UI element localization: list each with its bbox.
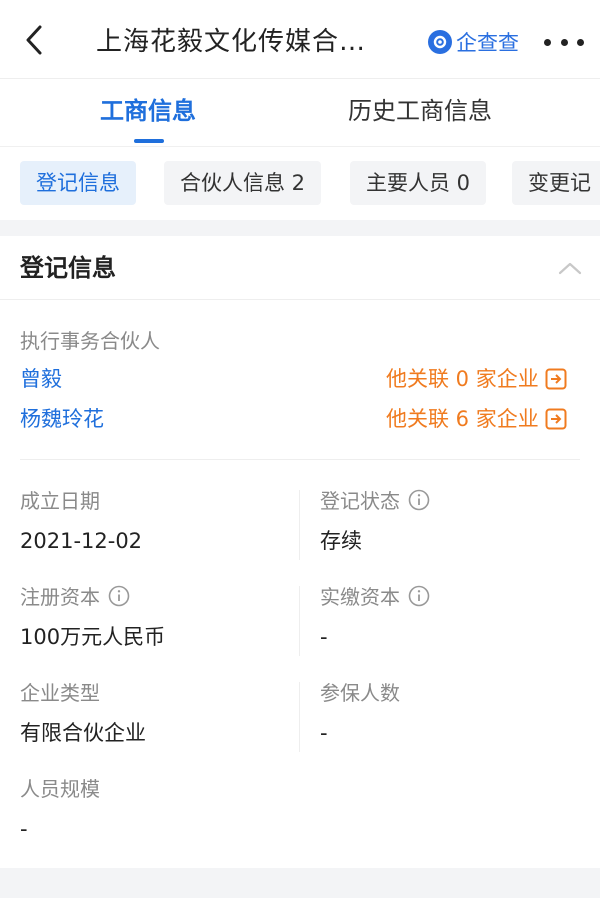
partner-name[interactable]: 杨魏玲花 xyxy=(20,404,104,434)
tab-business-info[interactable]: 工商信息 xyxy=(100,93,196,129)
section-header[interactable]: 登记信息 xyxy=(0,236,600,300)
chip-key-staff[interactable]: 主要人员 0 xyxy=(350,161,487,205)
staff-scale-value: - xyxy=(20,817,28,841)
info-icon[interactable] xyxy=(408,585,430,607)
insured-count-label: 参保人数 xyxy=(320,681,400,705)
qichacha-logo-icon xyxy=(428,30,452,54)
back-arrow-icon xyxy=(26,25,42,55)
divider xyxy=(20,459,580,460)
chip-partners[interactable]: 合伙人信息 2 xyxy=(164,161,322,205)
chevron-up-icon[interactable] xyxy=(556,258,584,278)
brand-name: 企查查 xyxy=(456,31,519,55)
partner-name[interactable]: 曾毅 xyxy=(20,364,62,394)
paid-capital-field: 实缴资本 xyxy=(320,582,430,612)
more-icon xyxy=(544,38,551,46)
active-tab-indicator xyxy=(134,139,164,143)
tab-bar: 工商信息 历史工商信息 xyxy=(0,78,600,146)
paid-capital-value: - xyxy=(320,625,328,649)
established-date-value: 2021-12-02 xyxy=(20,529,143,553)
registered-capital-field: 注册资本 xyxy=(20,582,130,612)
info-icon[interactable] xyxy=(408,489,430,511)
back-button[interactable] xyxy=(18,22,50,58)
chip-registration[interactable]: 登记信息 xyxy=(20,161,136,205)
registered-capital-label: 注册资本 xyxy=(20,585,100,609)
page-title: 上海花毅文化传媒合… xyxy=(96,27,367,57)
registration-status-label: 登记状态 xyxy=(320,489,400,513)
related-companies-link[interactable]: 他关联 0 家企业 xyxy=(386,364,567,394)
staff-scale-label: 人员规模 xyxy=(20,777,100,801)
jump-arrow-icon xyxy=(545,368,567,390)
info-icon[interactable] xyxy=(108,585,130,607)
column-divider xyxy=(299,682,300,752)
chip-changes[interactable]: 变更记 xyxy=(512,161,600,205)
company-type-value: 有限合伙企业 xyxy=(20,721,146,745)
paid-capital-label: 实缴资本 xyxy=(320,585,400,609)
tab-history-business-info[interactable]: 历史工商信息 xyxy=(348,93,492,129)
column-divider xyxy=(299,490,300,560)
jump-arrow-icon xyxy=(545,408,567,430)
app-header: 上海花毅文化传媒合… 企查查 xyxy=(0,0,600,78)
insured-count-value: - xyxy=(320,721,328,745)
page-background xyxy=(0,868,600,898)
more-button[interactable] xyxy=(544,28,584,56)
registration-status-field: 登记状态 xyxy=(320,486,430,516)
section-chip-bar: 登记信息 合伙人信息 2 主要人员 0 变更记 xyxy=(0,146,600,220)
column-divider xyxy=(299,586,300,656)
section-title: 登记信息 xyxy=(20,254,116,282)
executive-partner-label: 执行事务合伙人 xyxy=(20,329,160,353)
related-companies-link[interactable]: 他关联 6 家企业 xyxy=(386,404,567,434)
registration-status-value: 存续 xyxy=(320,529,362,553)
brand-link[interactable]: 企查查 xyxy=(428,26,519,58)
company-type-label: 企业类型 xyxy=(20,681,100,705)
registered-capital-value: 100万元人民币 xyxy=(20,625,166,649)
registration-card: 登记信息 执行事务合伙人 曾毅 他关联 0 家企业 杨魏玲花 他关联 6 家企业… xyxy=(0,236,600,868)
established-date-label: 成立日期 xyxy=(20,489,100,513)
